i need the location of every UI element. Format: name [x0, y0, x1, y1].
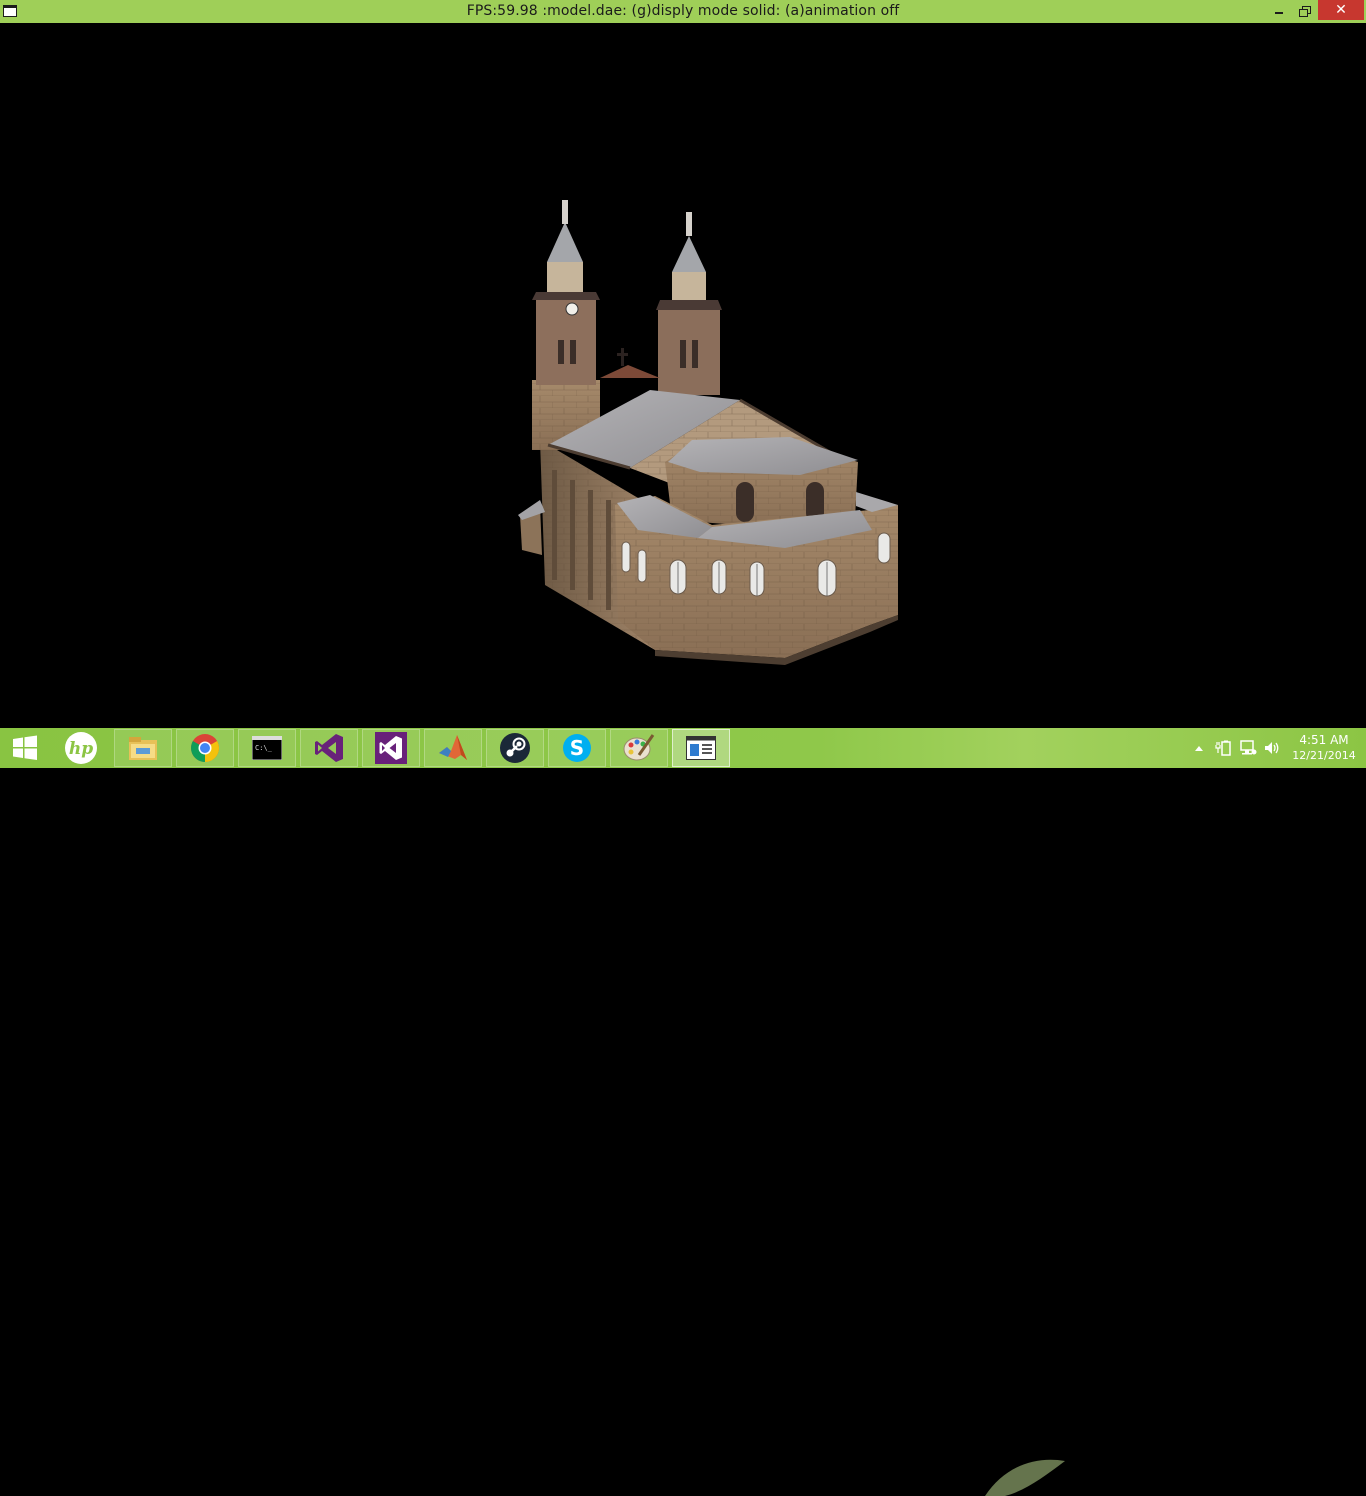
- skype-button[interactable]: S: [548, 729, 606, 767]
- power-status[interactable]: [1213, 739, 1233, 757]
- skype-icon: S: [563, 734, 591, 762]
- render-viewport[interactable]: [0, 23, 1366, 728]
- church-model: [518, 200, 898, 665]
- steam-button[interactable]: [486, 729, 544, 767]
- matlab-icon: [439, 735, 467, 760]
- visual-studio-button[interactable]: [300, 729, 358, 767]
- hp-logo-icon: hp: [65, 732, 97, 764]
- title-bar: FPS:59.98 :model.dae: (g)disply mode sol…: [0, 0, 1366, 23]
- paint-icon: [623, 734, 655, 761]
- wallpaper-leaf: [985, 1459, 1065, 1496]
- visual-studio-icon: [315, 734, 343, 762]
- clock-time: 4:51 AM: [1299, 733, 1349, 747]
- cmd-icon: C:\_: [252, 736, 282, 760]
- steam-icon: [500, 733, 530, 763]
- svg-text:hp: hp: [69, 739, 93, 759]
- close-button[interactable]: ✕: [1318, 0, 1364, 20]
- volume-icon: [1265, 742, 1279, 754]
- folder-icon: [129, 737, 157, 760]
- visual-studio-icon: [375, 732, 407, 764]
- model-viewer-button[interactable]: [672, 729, 730, 767]
- window-title: FPS:59.98 :model.dae: (g)disply mode sol…: [466, 3, 900, 19]
- matlab-button[interactable]: [424, 729, 482, 767]
- file-explorer-button[interactable]: [114, 729, 172, 767]
- network-status[interactable]: [1238, 739, 1258, 757]
- restore-icon: [1299, 5, 1311, 17]
- command-prompt-button[interactable]: C:\_: [238, 729, 296, 767]
- volume-control[interactable]: [1263, 739, 1281, 757]
- power-icon: [1215, 740, 1231, 756]
- svg-text:S: S: [570, 736, 584, 760]
- clock-date: 12/21/2014: [1292, 749, 1356, 762]
- taskbar: hp C:\_ S: [0, 728, 1366, 1496]
- network-icon: [1240, 740, 1257, 755]
- restore-button[interactable]: [1287, 0, 1321, 20]
- start-button[interactable]: [0, 729, 50, 767]
- paint-button[interactable]: [610, 729, 668, 767]
- hp-button[interactable]: hp: [52, 729, 110, 767]
- minimize-icon: [1275, 12, 1283, 14]
- show-hidden-icons-button[interactable]: [1193, 739, 1205, 757]
- windows-logo-icon: [13, 735, 37, 760]
- cmd-glyph: C:\_: [255, 744, 273, 752]
- visual-studio-2-button[interactable]: [362, 729, 420, 767]
- close-icon: ✕: [1335, 2, 1347, 18]
- chrome-button[interactable]: [176, 729, 234, 767]
- taskbar-clock[interactable]: 4:51 AM 12/21/2014: [1286, 733, 1362, 763]
- chevron-up-icon: [1195, 746, 1203, 751]
- chrome-icon: [191, 734, 219, 762]
- app-window-icon: [686, 736, 716, 760]
